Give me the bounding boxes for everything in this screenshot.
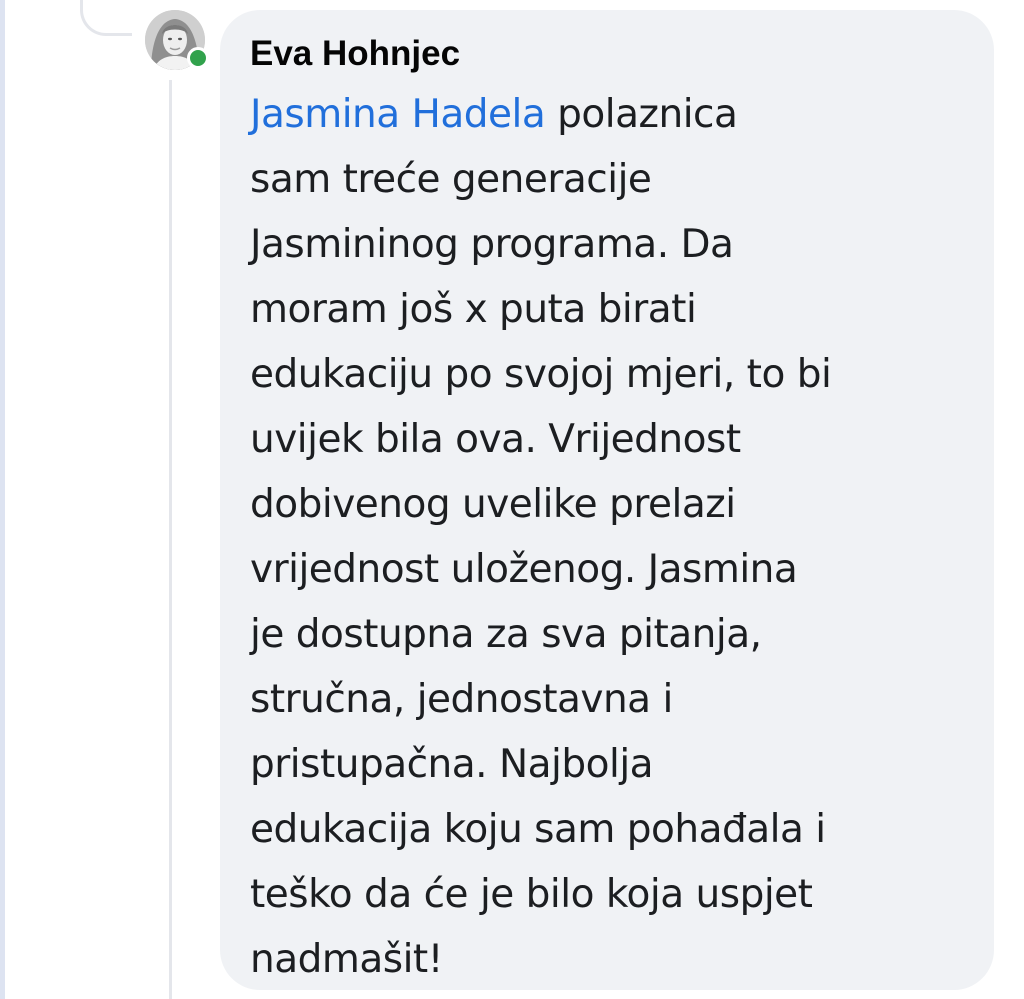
comment-line: pristupačna. Najbolja bbox=[250, 742, 654, 787]
comment-line: je dostupna za sva pitanja, bbox=[250, 612, 762, 657]
comment-line: teško da će je bilo koja uspjet bbox=[250, 872, 813, 917]
comment-line: edukacija koju sam pohađala i bbox=[250, 807, 826, 852]
thread-connector bbox=[80, 0, 132, 36]
comment-body: Jasmina Hadela polaznica sam treće gener… bbox=[250, 82, 950, 992]
thread-line bbox=[169, 80, 172, 999]
comment-line: uvijek bila ova. Vrijednost bbox=[250, 417, 741, 462]
comment-author-name[interactable]: Eva Hohnjec bbox=[250, 32, 964, 76]
comment-line-1-text: polaznica bbox=[545, 92, 738, 137]
online-status-icon bbox=[187, 47, 209, 69]
comment-thread: Eva Hohnjec Jasmina Hadela polaznica sam… bbox=[0, 0, 1024, 999]
comment-line: moram još x puta birati bbox=[250, 287, 697, 332]
comment-line: Jasmininog programa. Da bbox=[250, 222, 734, 267]
comment-line-1: Jasmina Hadela polaznica bbox=[250, 82, 950, 147]
comment-line: vrijednost uloženog. Jasmina bbox=[250, 547, 798, 592]
comment-bubble: Eva Hohnjec Jasmina Hadela polaznica sam… bbox=[220, 10, 994, 990]
comment-line: sam treće generacije bbox=[250, 157, 652, 202]
comment-line: nadmašit! bbox=[250, 937, 443, 982]
mention-link[interactable]: Jasmina Hadela bbox=[250, 92, 546, 137]
comment-line: stručna, jednostavna i bbox=[250, 677, 673, 722]
left-edge-border bbox=[0, 0, 5, 999]
comment-line: dobivenog uvelike prelazi bbox=[250, 482, 736, 527]
comment-line: edukaciju po svojoj mjeri, to bi bbox=[250, 352, 832, 397]
